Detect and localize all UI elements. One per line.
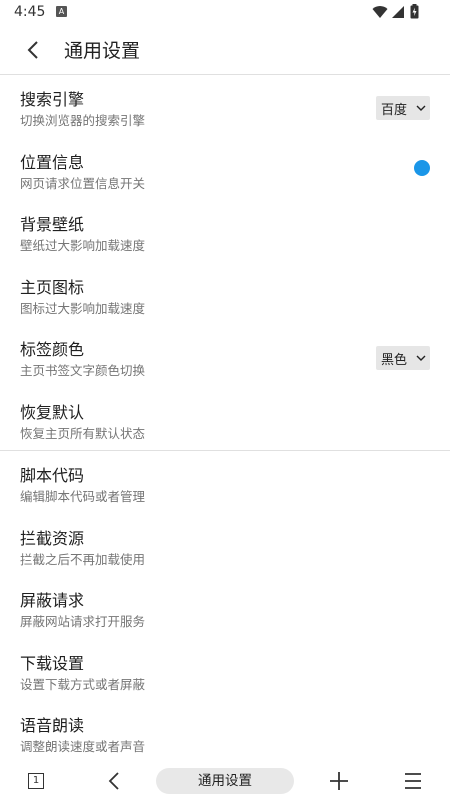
settings-list: 搜索引擎 切换浏览器的搜索引擎 百度 位置信息 网页请求位置信息开关 背景壁纸 … bbox=[0, 75, 450, 764]
location-toggle[interactable] bbox=[414, 159, 430, 176]
system-icons bbox=[372, 4, 432, 21]
setting-block-resources[interactable]: 拦截资源 拦截之后不再加载使用 bbox=[0, 514, 450, 577]
nav-back-button[interactable] bbox=[104, 768, 124, 794]
setting-title: 背景壁纸 bbox=[20, 215, 85, 234]
setting-subtitle: 屏蔽网站请求打开服务 bbox=[20, 614, 146, 629]
setting-title: 语音朗读 bbox=[20, 716, 85, 735]
setting-subtitle: 恢复主页所有默认状态 bbox=[20, 425, 146, 441]
chevron-left-icon bbox=[108, 772, 119, 790]
setting-title: 脚本代码 bbox=[20, 466, 85, 485]
setting-subtitle: 拦截之后不再加载使用 bbox=[20, 551, 146, 567]
page-title: 通用设置 bbox=[64, 40, 141, 62]
setting-subtitle: 切换浏览器的搜索引擎 bbox=[20, 113, 146, 128]
chevron-down-icon bbox=[416, 105, 426, 111]
chevron-down-icon bbox=[416, 355, 426, 361]
plus-icon bbox=[330, 772, 348, 790]
setting-script-code[interactable]: 脚本代码 编辑脚本代码或者管理 bbox=[0, 451, 450, 514]
setting-subtitle: 编辑脚本代码或者管理 bbox=[20, 489, 146, 504]
setting-subtitle: 图标过大影响加载速度 bbox=[20, 300, 146, 316]
back-arrow-icon bbox=[27, 41, 38, 59]
search-engine-select[interactable]: 百度 bbox=[376, 96, 430, 120]
setting-location[interactable]: 位置信息 网页请求位置信息开关 bbox=[0, 138, 450, 201]
setting-restore-default[interactable]: 恢复默认 恢复主页所有默认状态 bbox=[0, 388, 450, 451]
setting-tag-color[interactable]: 标签颜色 主页书签文字颜色切换 黑色 bbox=[0, 325, 450, 388]
tabs-icon: 1 bbox=[28, 773, 44, 789]
setting-title: 拦截资源 bbox=[20, 528, 85, 548]
tabs-button[interactable]: 1 bbox=[28, 768, 46, 794]
setting-title: 搜索引擎 bbox=[20, 90, 85, 109]
address-bar[interactable]: 通用设置 bbox=[156, 768, 294, 794]
back-button[interactable] bbox=[20, 36, 48, 64]
status-time: 4:45 bbox=[14, 4, 46, 20]
select-value: 黑色 bbox=[381, 353, 408, 368]
app-header: 通用设置 bbox=[0, 26, 450, 75]
hamburger-menu-icon bbox=[405, 773, 421, 789]
setting-title: 主页图标 bbox=[20, 277, 85, 297]
setting-wallpaper[interactable]: 背景壁纸 壁纸过大影响加载速度 bbox=[0, 200, 450, 263]
battery-icon bbox=[410, 4, 419, 19]
cellular-signal-icon bbox=[392, 6, 404, 18]
setting-subtitle: 调整朗读速度或者声音 bbox=[20, 739, 146, 754]
setting-subtitle: 主页书签文字颜色切换 bbox=[20, 363, 146, 378]
setting-title: 恢复默认 bbox=[20, 402, 85, 422]
menu-button[interactable] bbox=[402, 768, 424, 794]
bottom-toolbar: 1 通用设置 bbox=[0, 762, 450, 800]
setting-title: 位置信息 bbox=[20, 152, 85, 172]
setting-title: 屏蔽请求 bbox=[20, 591, 85, 610]
status-bar: 4:45 A bbox=[0, 0, 450, 26]
new-tab-button[interactable] bbox=[328, 768, 350, 794]
setting-subtitle: 网页请求位置信息开关 bbox=[20, 175, 146, 191]
setting-title: 标签颜色 bbox=[20, 340, 85, 359]
setting-voice-reading[interactable]: 语音朗读 调整朗读速度或者声音 bbox=[0, 701, 450, 764]
select-value: 百度 bbox=[381, 103, 408, 118]
wifi-icon bbox=[372, 6, 388, 19]
setting-search-engine[interactable]: 搜索引擎 切换浏览器的搜索引擎 百度 bbox=[0, 75, 450, 138]
setting-subtitle: 设置下载方式或者屏蔽 bbox=[20, 676, 146, 692]
tag-color-select[interactable]: 黑色 bbox=[376, 346, 430, 370]
setting-title: 下载设置 bbox=[20, 653, 85, 673]
setting-block-requests[interactable]: 屏蔽请求 屏蔽网站请求打开服务 bbox=[0, 576, 450, 639]
setting-home-icon[interactable]: 主页图标 图标过大影响加载速度 bbox=[0, 263, 450, 326]
setting-subtitle: 壁纸过大影响加载速度 bbox=[20, 238, 146, 253]
notification-icon: A bbox=[56, 6, 67, 17]
setting-download[interactable]: 下载设置 设置下载方式或者屏蔽 bbox=[0, 639, 450, 702]
